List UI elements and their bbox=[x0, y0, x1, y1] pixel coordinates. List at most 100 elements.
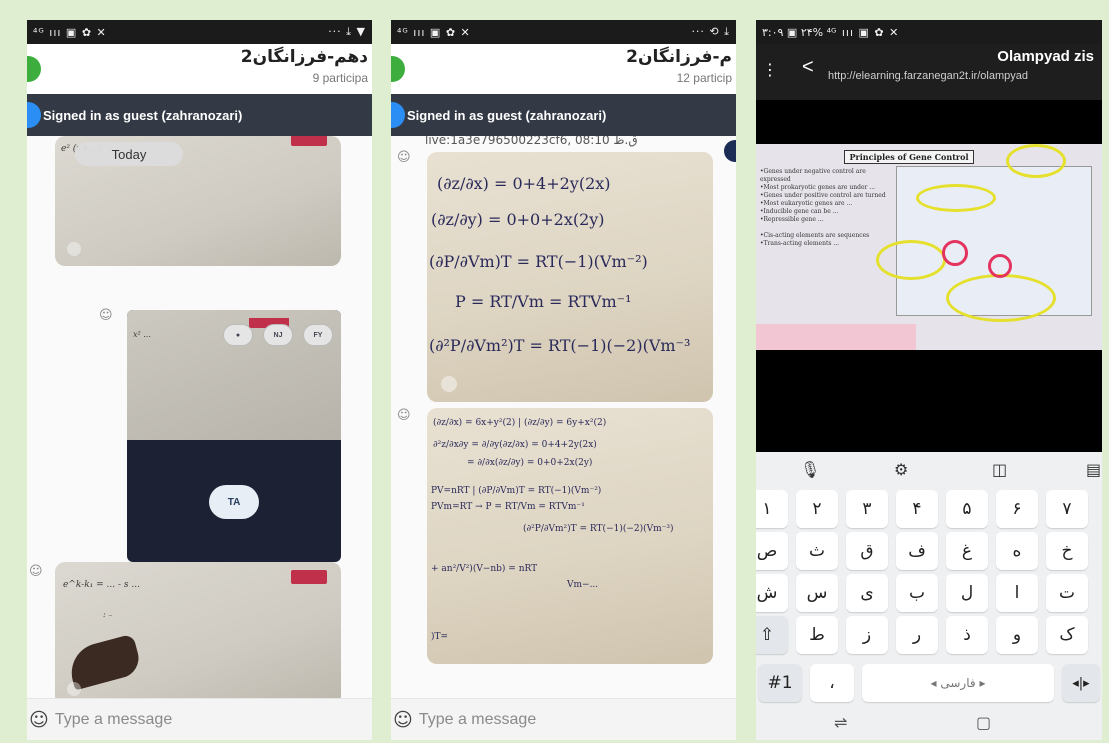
key-3-5[interactable]: ل bbox=[946, 574, 988, 612]
emoji-reaction-icon[interactable]: ☺ bbox=[99, 308, 113, 323]
key-4-1[interactable]: ⇧ bbox=[756, 616, 788, 654]
message-composer: ☺ bbox=[27, 698, 372, 740]
media-badge-icon bbox=[67, 242, 81, 256]
participant-pill-2[interactable]: NJ bbox=[263, 324, 293, 346]
guest-banner-text: Signed in as guest (zahranozari) bbox=[407, 107, 607, 123]
group-avatar[interactable] bbox=[391, 56, 405, 82]
key-1-4[interactable]: ۴ bbox=[896, 490, 938, 528]
key-4-4[interactable]: ر bbox=[896, 616, 938, 654]
key-3-4[interactable]: ب bbox=[896, 574, 938, 612]
chat-header[interactable]: م-فرزانگان2 12 particip bbox=[391, 44, 736, 92]
phone-screen-1: ⁴ᴳ ııı ▣ ✿ ✕ ··· ⤓ ▼ دهم-فرزانگان2 9 par… bbox=[27, 20, 372, 740]
participant-pill-3[interactable]: FY bbox=[303, 324, 333, 346]
key-2-5[interactable]: غ bbox=[946, 532, 988, 570]
message-input[interactable] bbox=[418, 710, 679, 729]
url-text[interactable]: http://elearning.farzanegan2t.ir/olampya… bbox=[828, 70, 1028, 82]
home-icon[interactable]: ▢ bbox=[976, 713, 991, 732]
key-2-6[interactable]: ه bbox=[996, 532, 1038, 570]
emoji-reaction-icon[interactable]: ☺ bbox=[397, 408, 411, 423]
key-2-2[interactable]: ث bbox=[796, 532, 838, 570]
recents-icon[interactable]: ⇌ bbox=[834, 713, 847, 732]
video-call-frame[interactable]: x² ... ● NJ FY TA bbox=[127, 310, 341, 562]
group-avatar[interactable] bbox=[27, 56, 41, 82]
key-2-1[interactable]: ص bbox=[756, 532, 788, 570]
message-sender-time: live:1a3e796500223cf6, 08:10 ق.ظ bbox=[425, 136, 638, 147]
equation-line: P = RT/Vm = RTVm⁻¹ bbox=[455, 292, 632, 311]
chat-messages[interactable]: e² (x+...) Today ☺ x² ... ● NJ FY TA ☺ e… bbox=[27, 136, 372, 698]
phone-screen-2: ⁴ᴳ ııı ▣ ✿ ✕ ··· ⟲ ⤓ م-فرزانگان2 12 part… bbox=[391, 20, 736, 740]
emoji-picker-icon[interactable]: ☺ bbox=[29, 709, 49, 731]
media-badge-icon bbox=[67, 682, 81, 696]
status-bar: ۳:۰۹ ▣ ۲۴% ⁴ᴳ ııı ▣ ✿ ✕ bbox=[756, 20, 1102, 44]
status-icons-right: ··· ⤓ ▼ bbox=[328, 25, 366, 38]
emoji-reaction-icon[interactable]: ☺ bbox=[29, 564, 43, 579]
key-2-7[interactable]: خ bbox=[1046, 532, 1088, 570]
android-navbar: ⇌ ▢ bbox=[756, 708, 1102, 740]
participant-count: 12 particip bbox=[676, 71, 732, 85]
key-1-7[interactable]: ۷ bbox=[1046, 490, 1088, 528]
web-content[interactable]: Principles of Gene Control •Genes under … bbox=[756, 100, 1102, 452]
sender-avatar[interactable] bbox=[724, 140, 736, 162]
message-composer: ☺ bbox=[391, 698, 736, 740]
emoji-picker-icon[interactable]: ☺ bbox=[393, 709, 413, 731]
cursor-arrows-key[interactable]: ◂|▸ bbox=[1062, 664, 1100, 702]
share-icon[interactable]: < bbox=[802, 56, 814, 79]
key-1-5[interactable]: ۵ bbox=[946, 490, 988, 528]
keyboard-toolbar: 🎙 ⚙ ◫ ▤ bbox=[756, 452, 1102, 486]
space-key[interactable]: ◂ فارسی ▸ bbox=[862, 664, 1054, 702]
more-menu-icon[interactable]: ⋮ bbox=[762, 60, 778, 80]
key-4-7[interactable]: ک bbox=[1046, 616, 1088, 654]
guest-banner-text: Signed in as guest (zahranozari) bbox=[43, 107, 243, 123]
handwritten-notes-photo[interactable]: (∂z/∂x) = 0+4+2y(2x) (∂z/∂y) = 0+0+2x(2y… bbox=[427, 152, 713, 402]
comma-key[interactable]: ، bbox=[810, 664, 854, 702]
date-divider: Today bbox=[75, 142, 183, 166]
symbols-key[interactable]: #1 bbox=[758, 664, 802, 702]
slide-title: Principles of Gene Control bbox=[844, 150, 974, 164]
status-icons-left: ⁴ᴳ ııı ▣ ✿ ✕ bbox=[33, 25, 107, 39]
key-1-3[interactable]: ۳ bbox=[846, 490, 888, 528]
persian-keyboard: 🎙 ⚙ ◫ ▤ #1 ، ◂ فارسی ▸ ◂|▸ ⇌ ▢ ۱۲۳۴۵۶۷ صث… bbox=[756, 452, 1102, 740]
key-4-5[interactable]: ذ bbox=[946, 616, 988, 654]
guest-banner: Signed in as guest (zahranozari) bbox=[391, 94, 736, 136]
media-badge-icon bbox=[441, 376, 457, 392]
equation-line: (∂P/∂Vm)T = RT(−1)(Vm⁻²) bbox=[429, 252, 648, 271]
key-3-7[interactable]: ت bbox=[1046, 574, 1088, 612]
browser-toolbar: ⋮ < Olampyad zis http://elearning.farzan… bbox=[756, 44, 1102, 100]
key-2-3[interactable]: ق bbox=[846, 532, 888, 570]
clipboard-icon[interactable]: ▤ bbox=[1086, 460, 1101, 479]
key-3-2[interactable]: س bbox=[796, 574, 838, 612]
chat-header[interactable]: دهم-فرزانگان2 9 participa bbox=[27, 44, 372, 92]
settings-icon[interactable]: ⚙ bbox=[894, 460, 908, 479]
equation-line: (∂z/∂y) = 0+0+2x(2y) bbox=[431, 210, 605, 229]
status-bar: ⁴ᴳ ııı ▣ ✿ ✕ ··· ⟲ ⤓ bbox=[391, 20, 736, 44]
chat-title: م-فرزانگان2 bbox=[626, 47, 732, 67]
key-3-1[interactable]: ش bbox=[756, 574, 788, 612]
key-1-1[interactable]: ۱ bbox=[756, 490, 788, 528]
participant-pill-1[interactable]: ● bbox=[223, 324, 253, 346]
whiteboard-photo[interactable]: e^k-k₁ = ... - s ... : ₋ bbox=[55, 562, 341, 698]
chat-title: دهم-فرزانگان2 bbox=[240, 47, 368, 67]
annotated-slide[interactable]: Principles of Gene Control •Genes under … bbox=[756, 144, 1102, 350]
handwritten-notes-photo[interactable]: (∂z/∂x) = 6x+y²(2) | (∂z/∂y) = 6y+x²(2) … bbox=[427, 408, 713, 664]
key-3-3[interactable]: ی bbox=[846, 574, 888, 612]
key-4-2[interactable]: ط bbox=[796, 616, 838, 654]
phone-screen-3: ۳:۰۹ ▣ ۲۴% ⁴ᴳ ııı ▣ ✿ ✕ ⋮ < Olampyad zis… bbox=[756, 20, 1102, 740]
key-1-2[interactable]: ۲ bbox=[796, 490, 838, 528]
equation-line: (∂²P/∂Vm²)T = RT(−1)(−2)(Vm⁻³ bbox=[429, 336, 691, 355]
equation-line: (∂z/∂x) = 0+4+2y(2x) bbox=[437, 174, 611, 193]
status-icons-left: ۳:۰۹ ▣ ۲۴% ⁴ᴳ ııı ▣ ✿ ✕ bbox=[762, 25, 900, 39]
user-avatar bbox=[27, 102, 41, 128]
key-4-3[interactable]: ز bbox=[846, 616, 888, 654]
key-4-6[interactable]: و bbox=[996, 616, 1038, 654]
key-1-6[interactable]: ۶ bbox=[996, 490, 1038, 528]
participant-ta-button[interactable]: TA bbox=[209, 485, 259, 519]
status-icons-right: ··· ⟲ ⤓ bbox=[691, 25, 730, 38]
key-3-6[interactable]: ا bbox=[996, 574, 1038, 612]
message-input[interactable] bbox=[54, 710, 315, 729]
page-title: Olampyad zis bbox=[997, 48, 1094, 65]
sticker-icon[interactable]: ◫ bbox=[992, 460, 1007, 479]
emoji-reaction-icon[interactable]: ☺ bbox=[397, 150, 411, 165]
microphone-icon[interactable]: 🎙 bbox=[800, 460, 820, 479]
chat-messages[interactable]: live:1a3e796500223cf6, 08:10 ق.ظ ☺ (∂z/∂… bbox=[391, 136, 736, 698]
key-2-4[interactable]: ف bbox=[896, 532, 938, 570]
